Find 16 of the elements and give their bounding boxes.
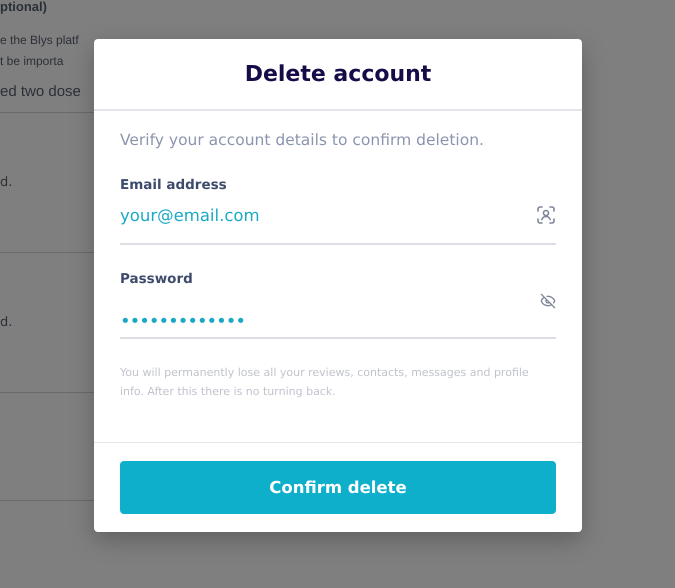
confirm-delete-button[interactable]: Confirm delete (120, 461, 556, 514)
email-field[interactable]: your@email.com (120, 206, 536, 224)
body-text: e the Blys platf (0, 32, 79, 49)
row-text: d. (0, 175, 12, 190)
body-text: t be importa (0, 53, 64, 70)
warning-text: You will permanently lose all your reviews, contacts, messages and profile info. After this there is no turning back. (120, 365, 530, 400)
row-text: d. (0, 315, 12, 330)
face-scan-icon (536, 205, 556, 225)
dialog-title: Delete account (244, 62, 432, 86)
section-heading: ptional) (0, 0, 47, 16)
eye-off-icon[interactable] (540, 293, 556, 309)
subheading: ed two dose (0, 83, 81, 100)
dialog-subtitle: Verify your account details to confirm deletion. (120, 131, 485, 149)
field-label: Email address (120, 177, 228, 193)
password-field[interactable]: ••••••••••••• (120, 310, 540, 332)
field-label: Password (120, 271, 194, 287)
